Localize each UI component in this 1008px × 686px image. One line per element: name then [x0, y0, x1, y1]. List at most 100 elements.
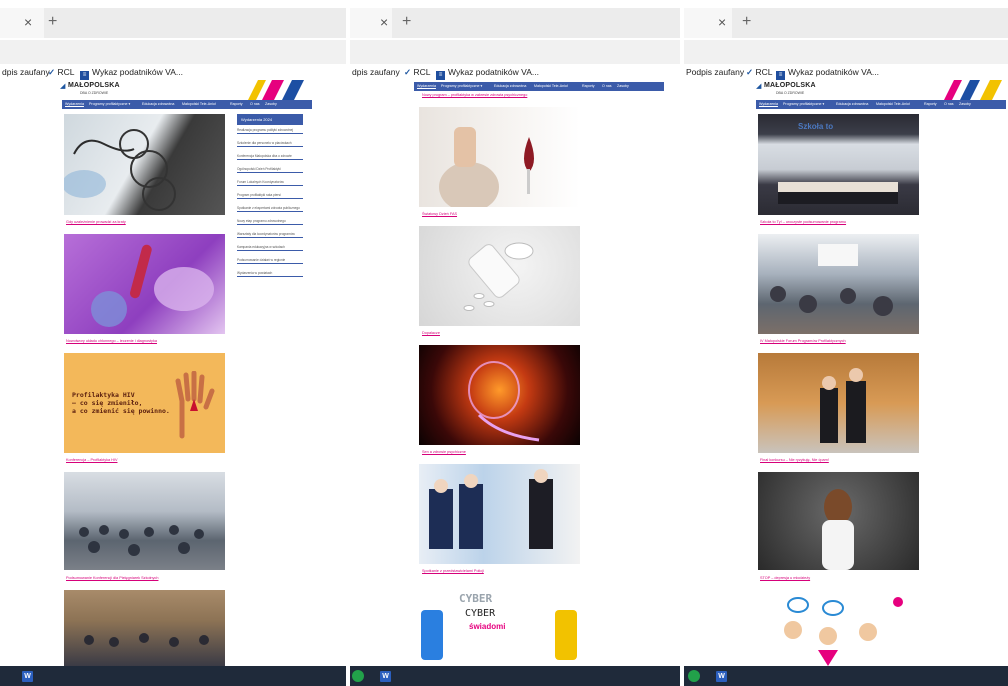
nav-raporty[interactable]: Raporty [924, 102, 937, 106]
sidebar-link[interactable]: Podsumowanie działań w regionie [237, 258, 303, 264]
close-tab-icon[interactable]: × [380, 14, 388, 30]
post-thumbnail[interactable]: Szkoła to [758, 114, 919, 215]
browser-tab[interactable]: × [684, 8, 732, 38]
bookmark-wykaz-label: Wykaz podatników VA... [788, 67, 879, 77]
nav-raporty[interactable]: Raporty [582, 84, 595, 88]
post-link[interactable]: Gdy uzależnienie prowadzi za kraty [66, 220, 126, 224]
post-thumbnail[interactable] [64, 590, 225, 666]
bookmark-rcl[interactable]: ✓ RCL [404, 67, 431, 78]
post-link[interactable]: IV Małopolskie Forum Programów Profilakt… [760, 339, 846, 343]
nav-edukacja[interactable]: Edukacja zdrowotna [836, 102, 868, 106]
post-thumbnail[interactable] [419, 464, 580, 564]
address-bar[interactable] [350, 40, 680, 64]
taskbar: W W W [0, 666, 1008, 686]
nav-raporty[interactable]: Raporty [230, 102, 243, 106]
site-logo[interactable]: MAŁOPOLSKA [764, 82, 816, 89]
sidebar-link[interactable]: Forum Lokalnych Koordynatorów [237, 180, 303, 186]
nav-zasoby[interactable]: Zasoby [959, 102, 971, 106]
post-thumbnail[interactable]: Profilaktyka HIV – co się zmieniło, a co… [64, 353, 225, 453]
bookmark-wykaz[interactable]: ≡ Wykaz podatników VA... [436, 67, 539, 80]
sidebar-link[interactable]: Kampania edukacyjna w szkołach [237, 245, 303, 251]
sidebar-link[interactable]: Realizacja programu polityki zdrowotnej [237, 128, 303, 134]
post-link[interactable]: Nowotwory układu chłonnego – leczenie i … [66, 339, 157, 343]
post-link[interactable]: Podsumowanie Konferencji dla Pielęgniare… [66, 576, 158, 580]
nav-edukacja[interactable]: Edukacja zdrowotna [142, 102, 174, 106]
wykaz-icon: ≡ [436, 71, 445, 80]
post-link[interactable]: Sen a zdrowie psychiczne [422, 450, 466, 454]
post-thumbnail[interactable] [64, 114, 225, 215]
nav-wydarzenia[interactable]: Wydarzenia [417, 84, 436, 88]
post-thumbnail[interactable] [419, 226, 580, 326]
nav-wydarzenia[interactable]: Wydarzenia [759, 102, 778, 106]
nav-o-nas[interactable]: O nas [944, 102, 954, 106]
bookmark-podpis-zaufany[interactable]: dpis zaufany [2, 67, 50, 77]
nav-programy[interactable]: Programy profilaktyczne ▾ [89, 102, 130, 106]
tab-strip: × + [684, 8, 1008, 38]
post-thumbnail[interactable] [758, 234, 919, 334]
post-thumbnail[interactable] [419, 345, 580, 445]
nav-o-nas[interactable]: O nas [250, 102, 260, 106]
new-tab-icon[interactable]: + [402, 13, 411, 31]
post-link[interactable]: Finał konkursu – Nie ryzykuję, Nie ćpam! [760, 458, 829, 462]
sidebar-link[interactable]: Konferencja Małopolska dba o zdrowie [237, 154, 303, 160]
sidebar-link[interactable]: Warsztaty dla koordynatorów programów [237, 232, 303, 238]
bookmark-podpis-zaufany[interactable]: Podpis zaufany [686, 67, 744, 77]
pane-separator [346, 666, 350, 686]
nav-wydarzenia[interactable]: Wydarzenia [65, 102, 84, 106]
post-link[interactable]: Światowy Dzień FAS [422, 212, 457, 216]
nav-zasoby[interactable]: Zasoby [617, 84, 629, 88]
word-icon[interactable]: W [380, 671, 391, 682]
nav-programy[interactable]: Programy profilaktyczne ▾ [441, 84, 482, 88]
post-thumbnail[interactable] [758, 353, 919, 453]
post-thumbnail[interactable] [419, 107, 580, 207]
sidebar-link[interactable]: Program profilaktyki raka piersi [237, 193, 303, 199]
new-tab-icon[interactable]: + [48, 13, 57, 31]
post-link[interactable]: Spotkanie z przedstawicielami Policji [422, 569, 484, 573]
post-link[interactable]: Szkoła to Ty! – uroczyste podsumowanie p… [760, 220, 846, 224]
sidebar-link[interactable]: Wydarzenia w powiatach [237, 271, 303, 277]
word-icon[interactable]: W [716, 671, 727, 682]
sidebar-title: Wydarzenia 2024 [237, 114, 303, 125]
close-tab-icon[interactable]: × [24, 14, 32, 30]
post-link[interactable]: STOP – depresja u młodzieży [760, 576, 810, 580]
logo-icon: ◢ [60, 83, 66, 90]
word-icon[interactable]: W [22, 671, 33, 682]
bookmark-rcl[interactable]: ✓ RCL [746, 67, 773, 78]
nav-teleaniol[interactable]: Małopolski Tele-Anioł [182, 102, 216, 106]
post-link[interactable]: Konferencja – Profilaktyka HIV [66, 458, 118, 462]
post-thumbnail[interactable] [64, 472, 225, 570]
bookmark-rcl[interactable]: ✓ RCL [48, 67, 75, 78]
post-thumbnail[interactable] [758, 472, 919, 570]
nav-programy[interactable]: Programy profilaktyczne ▾ [783, 102, 824, 106]
post-thumbnail[interactable] [758, 590, 919, 666]
bookmark-podpis-zaufany[interactable]: dpis zaufany [352, 67, 400, 77]
new-tab-icon[interactable]: + [742, 13, 751, 31]
wykaz-icon: ≡ [80, 71, 89, 80]
main-nav: Wydarzenia Programy profilaktyczne ▾ Edu… [756, 100, 1006, 109]
nav-edukacja[interactable]: Edukacja zdrowotna [494, 84, 526, 88]
post-link[interactable]: Dopalacze [422, 331, 440, 335]
bookmark-wykaz[interactable]: ≡ Wykaz podatników VA... [80, 67, 183, 80]
browser-tab[interactable]: × [0, 8, 44, 38]
address-bar[interactable] [0, 40, 346, 64]
address-bar[interactable] [684, 40, 1008, 64]
nav-zasoby[interactable]: Zasoby [265, 102, 277, 106]
nav-teleaniol[interactable]: Małopolski Tele-Anioł [876, 102, 910, 106]
post-thumbnail[interactable]: CYBER CYBER świadomi [419, 590, 580, 666]
sidebar-link[interactable]: Spotkanie z ekspertami zdrowia publiczne… [237, 206, 303, 212]
sidebar-link[interactable]: Ogólnopolski Dzień Profilaktyki [237, 167, 303, 173]
nav-o-nas[interactable]: O nas [602, 84, 612, 88]
rcl-icon: ✓ [404, 67, 412, 77]
browser-app-icon[interactable] [352, 670, 364, 682]
site-logo[interactable]: MAŁOPOLSKA [68, 82, 120, 89]
bookmark-wykaz[interactable]: ≡ Wykaz podatników VA... [776, 67, 879, 80]
post-thumbnail[interactable] [64, 234, 225, 334]
nav-teleaniol[interactable]: Małopolski Tele-Anioł [534, 84, 568, 88]
sidebar-link[interactable]: Szkolenie dla personelu w placówkach [237, 141, 303, 147]
sidebar: Wydarzenia 2024 Realizacja programu poli… [237, 114, 303, 284]
close-tab-icon[interactable]: × [718, 14, 726, 30]
browser-app-icon[interactable] [688, 670, 700, 682]
post-link[interactable]: Nowy program – profilaktyka w zakresie z… [422, 93, 527, 97]
browser-tab[interactable]: × [350, 8, 392, 38]
sidebar-link[interactable]: Nowy etap programu zdrowotnego [237, 219, 303, 225]
